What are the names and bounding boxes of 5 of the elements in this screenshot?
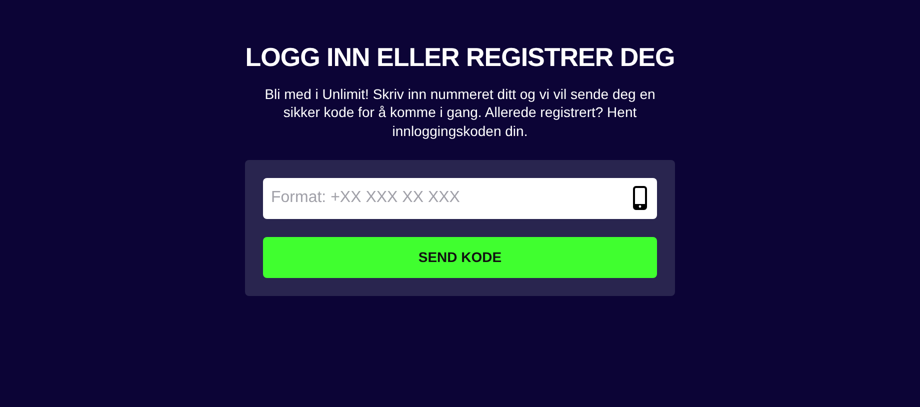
page-title: LOGG INN ELLER REGISTRER DEG: [245, 42, 675, 74]
phone-input-field[interactable]: Format: +XX XXX XX XXX: [263, 178, 657, 219]
phone-icon: [633, 186, 647, 210]
send-code-button[interactable]: SEND KODE: [263, 236, 657, 278]
intro-text: Bli med i Unlimit! Skriv inn nummeret ditt og vi vil sende deg en sikker kode for å komme i gang. Allerede registrert? Hent innloggingskoden din.: [264, 85, 656, 140]
